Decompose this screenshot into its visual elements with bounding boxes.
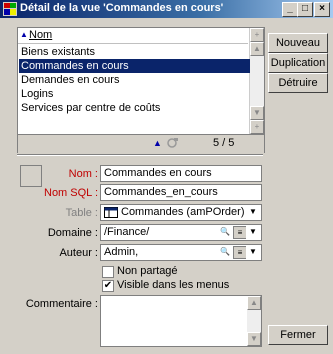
list-column-header-label: Nom (29, 29, 53, 41)
not-shared-label: Non partagé (117, 265, 178, 277)
list-item[interactable]: Logins (19, 87, 250, 101)
not-shared-checkbox[interactable] (102, 266, 114, 278)
list-footer: ▲ 5 / 5 (18, 134, 264, 153)
views-list[interactable]: ▲ Nom + ▲ ▼ + Biens existants Commandes … (17, 27, 265, 153)
search-icon[interactable]: 🔍 (218, 226, 232, 239)
scroll-up-icon[interactable]: + (250, 28, 264, 42)
maximize-button[interactable]: □ (297, 2, 313, 17)
list-scrollbar[interactable]: + ▲ ▼ + (249, 28, 264, 134)
collapse-arrow-icon[interactable]: ▲ (153, 138, 162, 148)
list-item[interactable]: Services par centre de coûts (19, 101, 250, 115)
divider (17, 154, 263, 156)
dropdown-arrow-icon[interactable]: ▼ (246, 226, 260, 239)
search-icon[interactable]: 🔍 (218, 246, 232, 259)
list-item-selected[interactable]: Commandes en cours (19, 59, 250, 73)
author-value: Admin, (104, 246, 139, 258)
scroll-up-arrow-icon[interactable]: ▲ (247, 296, 261, 310)
refresh-icon[interactable] (165, 137, 179, 149)
scroll-down-arrow-icon[interactable]: ▼ (247, 332, 261, 346)
table-value: Commandes (amPOrder) (121, 206, 245, 218)
visible-in-menus-label: Visible dans les menus (117, 279, 230, 291)
domain-label: Domaine : (47, 227, 98, 239)
domain-field[interactable]: /Finance/ 🔍 ≡ ▼ (100, 224, 262, 241)
details-icon[interactable]: ≡ (233, 246, 247, 259)
table-select[interactable]: Commandes (amPOrder) ▼ (100, 204, 262, 221)
name-label: Nom : (68, 168, 98, 180)
close-dialog-button[interactable]: Fermer (268, 325, 328, 345)
table-label: Table : (65, 207, 98, 219)
app-icon (3, 2, 17, 16)
title-bar[interactable]: Détail de la vue 'Commandes en cours' _ … (0, 0, 333, 18)
scroll-down-arrow-icon[interactable]: ▼ (250, 106, 264, 120)
author-label: Auteur : (59, 247, 98, 259)
list-item[interactable]: Biens existants (19, 45, 250, 59)
duplicate-button[interactable]: Duplication (268, 53, 328, 73)
comment-label: Commentaire : (25, 298, 98, 310)
name-field[interactable]: Commandes en cours (100, 165, 262, 182)
details-icon[interactable]: ≡ (233, 226, 247, 239)
view-icon-placeholder[interactable] (20, 165, 42, 187)
author-field[interactable]: Admin, 🔍 ≡ ▼ (100, 244, 262, 261)
sql-name-label: Nom SQL : (44, 187, 98, 199)
visible-in-menus-checkbox[interactable]: ✔ (102, 280, 114, 292)
comment-scrollbar[interactable]: ▲ ▼ (247, 296, 261, 346)
new-button[interactable]: Nouveau (268, 33, 328, 53)
dropdown-arrow-icon[interactable]: ▼ (246, 246, 260, 259)
window-title: Détail de la vue 'Commandes en cours' (20, 2, 224, 14)
scroll-up-arrow-icon[interactable]: ▲ (250, 42, 264, 56)
close-button[interactable]: × (314, 2, 330, 17)
dropdown-arrow-icon[interactable]: ▼ (246, 206, 260, 219)
scroll-down-icon[interactable]: + (250, 120, 264, 134)
sort-ascending-icon: ▲ (20, 30, 28, 39)
domain-value: /Finance/ (104, 226, 150, 238)
table-icon (104, 207, 118, 218)
comment-textarea[interactable]: ▲ ▼ (100, 295, 262, 347)
minimize-button[interactable]: _ (282, 2, 298, 17)
list-column-header-name[interactable]: ▲ Nom (18, 28, 248, 44)
view-detail-window: Détail de la vue 'Commandes en cours' _ … (0, 0, 333, 354)
record-counter: 5 / 5 (213, 137, 235, 149)
sql-name-field[interactable]: Commandes_en_cours (100, 184, 262, 201)
list-item[interactable]: Demandes en cours (19, 73, 250, 87)
delete-button[interactable]: Détruire (268, 73, 328, 93)
